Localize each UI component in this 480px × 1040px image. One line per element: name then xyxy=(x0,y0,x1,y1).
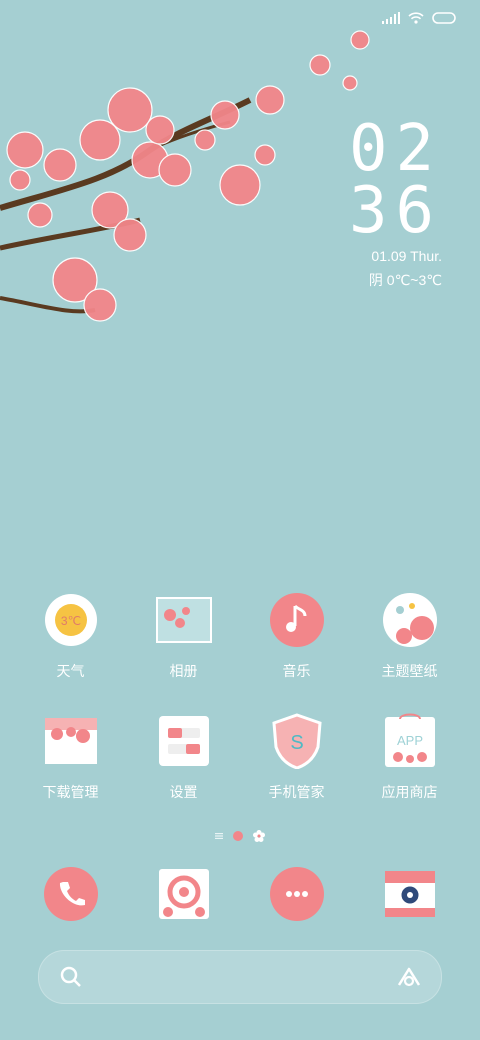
app-store-icon: APP xyxy=(382,713,438,769)
svg-text:S: S xyxy=(290,732,303,754)
dock-camera[interactable] xyxy=(355,866,465,922)
browser-icon xyxy=(156,866,212,922)
app-grid: 3℃ 天气 相册 音乐 主题壁纸 下载管理 设置 S 手机管家 APP 应用商店 xyxy=(0,592,480,802)
search-bar[interactable] xyxy=(38,950,442,1004)
app-gallery[interactable]: 相册 xyxy=(129,592,239,681)
svg-text:APP: APP xyxy=(396,733,422,748)
app-store[interactable]: APP 应用商店 xyxy=(355,713,465,802)
messages-icon xyxy=(269,866,325,922)
app-label: 天气 xyxy=(56,663,85,679)
app-label: 应用商店 xyxy=(381,784,438,800)
signal-icon xyxy=(382,12,400,24)
security-icon: S xyxy=(269,713,325,769)
gallery-icon xyxy=(155,592,212,648)
music-icon xyxy=(269,592,325,648)
app-music[interactable]: 音乐 xyxy=(242,592,352,681)
clock-hour: 02 xyxy=(348,112,442,186)
app-label: 手机管家 xyxy=(268,784,325,800)
svg-text:3℃: 3℃ xyxy=(60,614,80,628)
clock-date: 01.09 Thur. xyxy=(371,248,442,264)
assistant-icon[interactable] xyxy=(395,963,423,991)
cherry-blossom-wallpaper xyxy=(0,30,370,322)
clock-weather: 阴 0℃~3℃ xyxy=(368,272,442,288)
app-settings[interactable]: 设置 xyxy=(129,713,239,802)
app-label: 主题壁纸 xyxy=(381,663,438,679)
app-label: 下载管理 xyxy=(42,784,99,800)
weather-icon: 3℃ xyxy=(43,592,99,648)
clock-widget[interactable]: 02 36 01.09 Thur. 阴 0℃~3℃ xyxy=(332,112,442,290)
wifi-icon xyxy=(408,12,424,24)
themes-icon xyxy=(382,592,438,648)
dock-browser[interactable] xyxy=(129,866,239,922)
app-label: 音乐 xyxy=(282,663,311,679)
phone-icon xyxy=(43,866,99,922)
app-themes[interactable]: 主题壁纸 xyxy=(355,592,465,681)
dock xyxy=(0,866,480,922)
downloads-icon xyxy=(43,713,99,769)
menu-lines-icon xyxy=(215,833,223,839)
settings-icon xyxy=(156,713,212,769)
flower-dot-icon xyxy=(253,830,265,842)
app-security[interactable]: S 手机管家 xyxy=(242,713,352,802)
search-icon[interactable] xyxy=(59,965,83,989)
app-label: 相册 xyxy=(169,663,198,679)
page-dot-active-icon xyxy=(233,831,243,841)
app-label: 设置 xyxy=(169,784,198,800)
dock-messages[interactable] xyxy=(242,866,352,922)
app-weather[interactable]: 3℃ 天气 xyxy=(16,592,126,681)
app-downloads[interactable]: 下载管理 xyxy=(16,713,126,802)
battery-icon xyxy=(432,12,456,24)
dock-phone[interactable] xyxy=(16,866,126,922)
clock-minute: 36 xyxy=(348,174,442,248)
page-indicator[interactable] xyxy=(0,830,480,842)
camera-icon xyxy=(382,866,438,922)
